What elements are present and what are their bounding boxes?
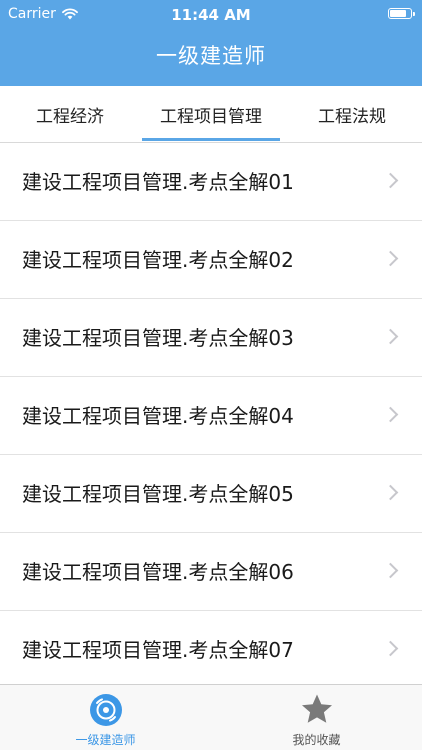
list-item[interactable]: 建设工程项目管理.考点全解04 [0, 377, 422, 455]
tab-engineering-economics[interactable]: 工程经济 [0, 86, 140, 142]
navigation-header: Carrier 11:44 AM 一级建造师 [0, 0, 422, 86]
list-item[interactable]: 建设工程项目管理.考点全解06 [0, 533, 422, 611]
tab-project-management[interactable]: 工程项目管理 [140, 86, 282, 142]
battery-icon [388, 8, 415, 19]
tab-label: 工程经济 [36, 106, 104, 127]
chevron-right-icon [382, 172, 399, 189]
bottom-tab-bar: 一级建造师 我的收藏 [0, 684, 422, 750]
list-item[interactable]: 建设工程项目管理.考点全解05 [0, 455, 422, 533]
category-tabs: 工程经济 工程项目管理 工程法规 [0, 86, 422, 143]
chevron-right-icon [382, 562, 399, 579]
battery-level [390, 10, 407, 17]
tab-engineering-regulations[interactable]: 工程法规 [282, 86, 422, 142]
chevron-right-icon [382, 640, 399, 657]
list-item[interactable]: 建设工程项目管理.考点全解07 [0, 611, 422, 684]
list-item-label: 建设工程项目管理.考点全解02 [22, 248, 294, 272]
list-item[interactable]: 建设工程项目管理.考点全解02 [0, 221, 422, 299]
status-time: 11:44 AM [171, 6, 251, 24]
tab-label: 工程法规 [318, 106, 386, 127]
chevron-right-icon [382, 406, 399, 423]
tabbar-label: 我的收藏 [292, 733, 341, 747]
status-bar: Carrier 11:44 AM [0, 0, 422, 28]
tab-label: 工程项目管理 [160, 106, 262, 127]
list-item[interactable]: 建设工程项目管理.考点全解01 [0, 143, 422, 221]
tabbar-label: 一级建造师 [75, 733, 136, 747]
disc-icon [89, 694, 122, 726]
list-item-label: 建设工程项目管理.考点全解07 [22, 638, 294, 662]
list-item-label: 建设工程项目管理.考点全解06 [22, 560, 294, 584]
tabbar-item-home[interactable]: 一级建造师 [0, 685, 211, 751]
list-item-label: 建设工程项目管理.考点全解01 [22, 170, 294, 194]
list-item-label: 建设工程项目管理.考点全解04 [22, 404, 294, 428]
chevron-right-icon [382, 484, 399, 501]
chevron-right-icon [382, 250, 399, 267]
page-title: 一级建造师 [156, 44, 266, 68]
list-item-label: 建设工程项目管理.考点全解05 [22, 482, 294, 506]
chevron-right-icon [382, 328, 399, 345]
lesson-list[interactable]: 建设工程项目管理.考点全解01 建设工程项目管理.考点全解02 建设工程项目管理… [0, 143, 422, 684]
tabbar-item-favorites[interactable]: 我的收藏 [211, 685, 422, 751]
list-item-label: 建设工程项目管理.考点全解03 [22, 326, 294, 350]
star-icon [301, 694, 332, 723]
selected-tab-indicator [142, 138, 280, 141]
list-item[interactable]: 建设工程项目管理.考点全解03 [0, 299, 422, 377]
